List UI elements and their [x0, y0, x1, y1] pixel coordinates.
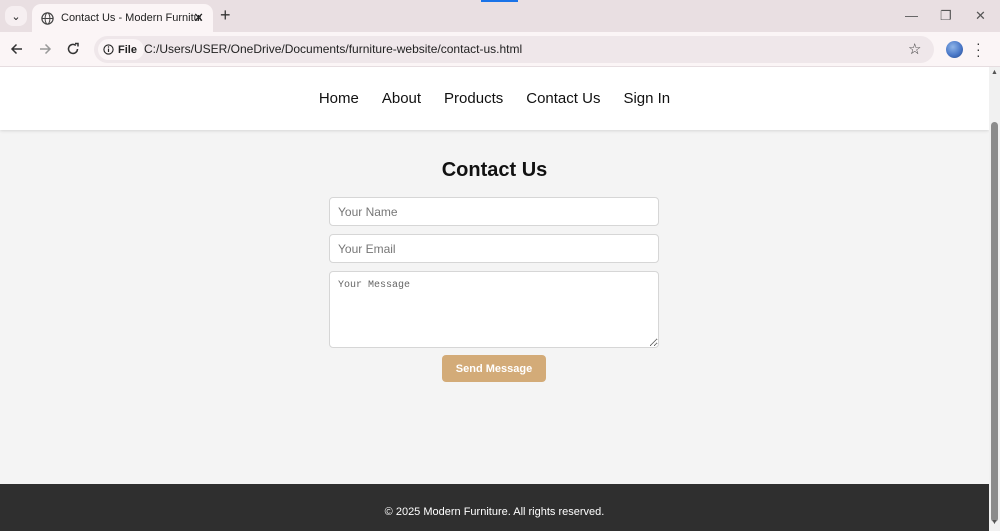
minimize-icon[interactable]: — — [905, 8, 918, 23]
window-accent-line — [481, 0, 518, 2]
message-textarea[interactable] — [329, 271, 659, 348]
bookmark-star-icon[interactable]: ☆ — [908, 40, 921, 58]
nav-link-contact[interactable]: Contact Us — [526, 90, 600, 107]
site-footer: © 2025 Modern Furniture. All rights rese… — [0, 484, 989, 531]
site-header: Home About Products Contact Us Sign In — [0, 67, 989, 130]
scroll-down-arrow-icon[interactable]: ▼ — [991, 519, 998, 526]
page-scrollbar[interactable]: ▲ ▼ — [989, 67, 1000, 531]
close-window-icon[interactable]: ✕ — [975, 8, 986, 24]
url-text: C:/Users/USER/OneDrive/Documents/furnitu… — [144, 42, 523, 56]
name-input[interactable] — [329, 197, 659, 226]
send-message-button[interactable]: Send Message — [442, 355, 546, 382]
new-tab-icon[interactable]: + — [220, 5, 231, 26]
chevron-down-icon: ⌄ — [11, 10, 21, 23]
nav-link-signin[interactable]: Sign In — [623, 90, 670, 107]
browser-tab[interactable]: Contact Us - Modern Furniture ✕ — [32, 4, 213, 32]
nav-link-products[interactable]: Products — [444, 90, 503, 107]
page-viewport: Home About Products Contact Us Sign In C… — [0, 67, 989, 531]
tab-title: Contact Us - Modern Furniture — [61, 12, 201, 24]
forward-icon[interactable] — [36, 40, 54, 58]
browser-toolbar: File C:/Users/USER/OneDrive/Documents/fu… — [0, 32, 1000, 67]
file-label: File — [118, 43, 137, 56]
info-icon — [103, 44, 114, 55]
scroll-up-arrow-icon[interactable]: ▲ — [991, 69, 998, 76]
browser-menu-icon[interactable]: · · · — [976, 36, 981, 62]
browser-tab-bar: ⌄ Contact Us - Modern Furniture ✕ + — ❐ … — [0, 0, 1000, 32]
profile-avatar[interactable] — [946, 41, 963, 58]
contact-form — [329, 197, 659, 348]
restore-icon[interactable]: ❐ — [940, 8, 952, 24]
globe-icon — [40, 11, 54, 25]
close-tab-icon[interactable]: ✕ — [193, 10, 204, 26]
nav-link-home[interactable]: Home — [319, 90, 359, 107]
main-nav: Home About Products Contact Us Sign In — [0, 67, 989, 130]
page-title: Contact Us — [441, 159, 548, 181]
site-info-chip[interactable]: File — [98, 39, 144, 60]
address-bar[interactable]: File C:/Users/USER/OneDrive/Documents/fu… — [94, 36, 934, 63]
tab-search-button[interactable]: ⌄ — [5, 6, 27, 26]
footer-copyright: © 2025 Modern Furniture. All rights rese… — [384, 505, 605, 518]
scrollbar-thumb[interactable] — [991, 122, 998, 522]
nav-link-about[interactable]: About — [382, 90, 421, 107]
email-input[interactable] — [329, 234, 659, 263]
reload-icon[interactable] — [64, 40, 82, 58]
back-icon[interactable] — [8, 40, 26, 58]
